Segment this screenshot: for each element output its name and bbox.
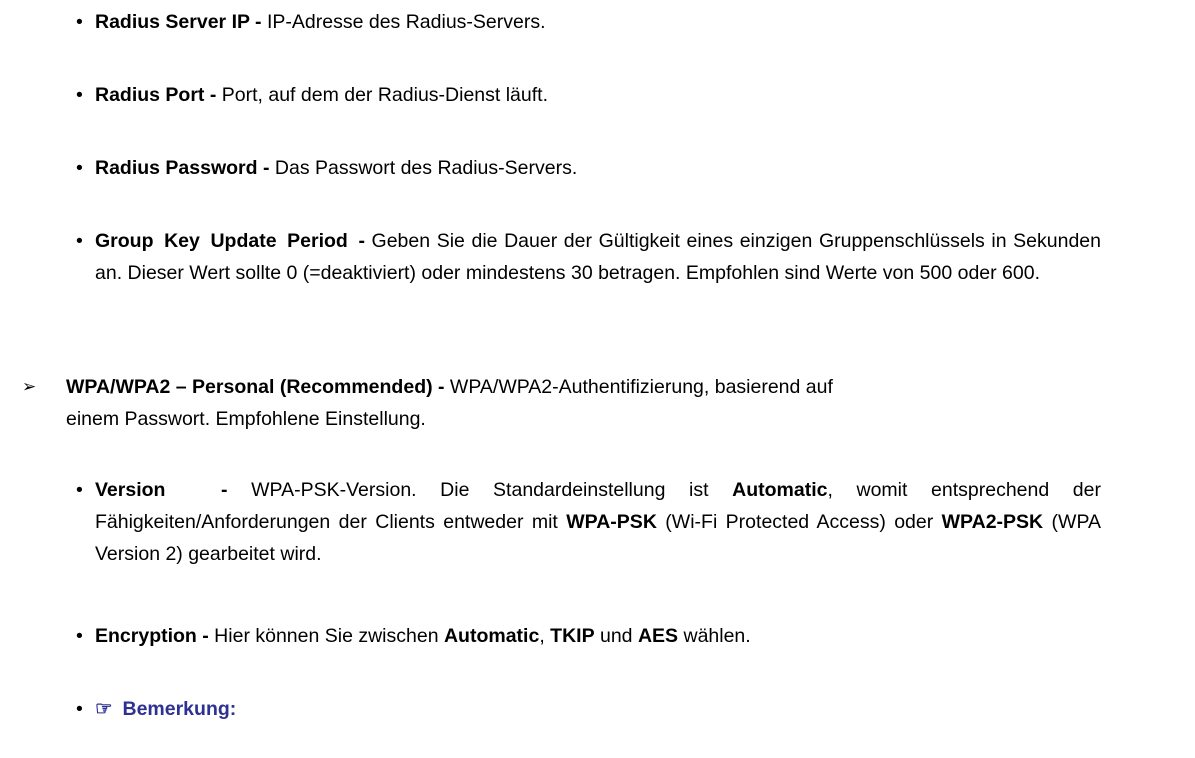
term-value: TKIP <box>550 625 595 647</box>
term-value: WPA-PSK <box>566 511 657 533</box>
bullet-icon: • <box>76 625 83 647</box>
term-description: wählen. <box>678 625 751 647</box>
list-item-wpa-personal: ➢ WPA/WPA2 – Personal (Recommended) - WP… <box>22 371 1101 435</box>
term-value: Automatic <box>443 625 540 647</box>
term-description-continued: einem Passwort. Empfohlene Einstellung. <box>66 408 426 430</box>
term-description: IP-Adresse des Radius-Servers. <box>261 11 546 33</box>
term-description: und <box>594 625 638 647</box>
term-label: WPA/WPA2 – Personal (Recommended) - <box>66 376 445 398</box>
list-item-radius-password: • Radius Password - Das Passwort des Radi… <box>76 152 578 184</box>
pointing-hand-icon: ☞ <box>95 698 113 720</box>
list-item-group-key-update-period: • Group Key Update Period - Geben Sie die… <box>76 225 1101 289</box>
term-description: Hier können Sie zwischen <box>208 625 444 647</box>
term-value: Automatic <box>732 479 828 501</box>
bullet-icon: • <box>76 230 83 252</box>
list-item-note: • ☞ Bemerkung: <box>76 693 237 725</box>
term-description: Port, auf dem der Radius-Dienst läuft. <box>216 84 548 106</box>
document-page: • Radius Server IP - IP-Adresse des Radiu… <box>0 0 1195 758</box>
term-description: (Wi-Fi Protected Access) oder <box>656 511 942 533</box>
list-item-radius-ip: • Radius Server IP - IP-Adresse des Radiu… <box>76 6 546 38</box>
bullet-icon: • <box>76 11 83 33</box>
term-description: WPA/WPA2-Authentifizierung, basierend au… <box>444 376 833 398</box>
term-label: Radius Port - <box>95 84 217 106</box>
arrow-bullet-icon: ➢ <box>22 377 37 396</box>
list-item-radius-port: • Radius Port - Port, auf dem der Radius-… <box>76 79 548 111</box>
term-label: Version - <box>95 479 228 501</box>
term-description: Das Passwort des Radius-Servers. <box>269 157 578 179</box>
list-item-encryption: • Encryption - Hier können Sie zwischen A… <box>76 620 751 652</box>
note-label: Bemerkung: <box>122 698 237 720</box>
term-label: Encryption - <box>95 625 209 647</box>
term-value: AES <box>637 625 679 647</box>
bullet-icon: • <box>76 479 83 501</box>
term-description: , <box>539 625 551 647</box>
term-label: Group Key Update Period - <box>95 230 365 252</box>
list-item-version: • Version - WPA-PSK-Version. Die Standard… <box>76 474 1101 570</box>
bullet-icon: • <box>76 84 83 106</box>
term-label: Radius Password - <box>95 157 270 179</box>
bullet-icon: • <box>76 157 83 179</box>
term-description: WPA-PSK-Version. Die Standardeinstellung… <box>227 479 733 501</box>
bullet-icon: • <box>76 698 83 720</box>
term-label: Radius Server IP - <box>95 11 262 33</box>
term-value: WPA2-PSK <box>941 511 1044 533</box>
